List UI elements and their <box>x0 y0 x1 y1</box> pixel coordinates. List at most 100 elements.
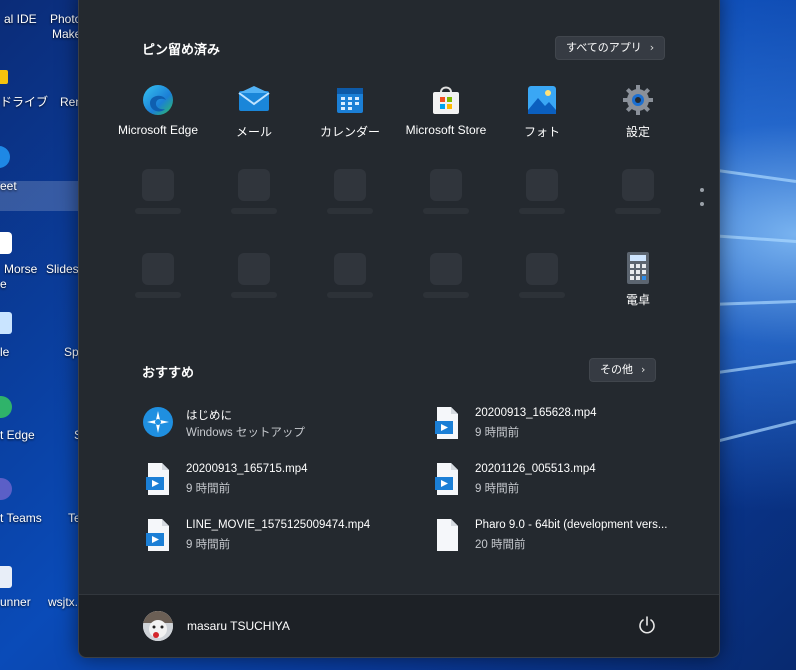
user-avatar[interactable] <box>143 611 173 641</box>
recommended-item[interactable]: 20201126_005513.mp4 9 時間前 <box>431 462 681 502</box>
recommended-item[interactable]: はじめに Windows セットアップ <box>142 406 392 446</box>
chevron-right-icon: › <box>641 363 646 376</box>
pinned-app-store[interactable]: Microsoft Store <box>398 83 494 137</box>
empty-pin-slot-label <box>327 292 373 298</box>
mail-icon <box>237 83 271 117</box>
more-button[interactable]: その他 › <box>589 358 657 382</box>
desktop-icon-label[interactable]: ドライブ <box>0 95 48 110</box>
recommended-item-detail: 9 時間前 <box>475 427 520 439</box>
pinned-app-label: Microsoft Store <box>405 123 487 137</box>
start-menu-footer: masaru TSUCHIYA <box>79 594 719 657</box>
recommended-item-name: 20200913_165715.mp4 <box>186 463 308 475</box>
recommended-item-name: 20200913_165628.mp4 <box>475 407 597 419</box>
empty-pin-slot-label <box>519 292 565 298</box>
empty-pin-slot <box>142 169 174 201</box>
desktop-icon-label[interactable]: t Teams <box>0 511 42 526</box>
pinned-app-label: 設定 <box>625 125 650 139</box>
pinned-app-calculator[interactable]: 電卓 <box>590 251 686 308</box>
drive-icon[interactable] <box>0 70 8 84</box>
empty-pin-slot <box>238 169 270 201</box>
video-file-icon <box>142 462 174 496</box>
empty-pin-slot-label <box>135 208 181 214</box>
empty-pin-slot <box>142 253 174 285</box>
calculator-icon <box>621 251 655 285</box>
pinned-app-mail[interactable]: メール <box>206 83 302 140</box>
pinned-app-calendar[interactable]: カレンダー <box>302 83 398 140</box>
desktop-icon-label[interactable]: Morse <box>4 262 37 277</box>
app-icon[interactable] <box>0 312 12 334</box>
empty-pin-slot-label <box>615 208 661 214</box>
pinned-app-settings[interactable]: 設定 <box>590 83 686 140</box>
recommended-item[interactable]: 20200913_165628.mp4 9 時間前 <box>431 406 681 446</box>
desktop-icon-label[interactable]: unner <box>0 595 31 610</box>
empty-pin-slot <box>334 169 366 201</box>
settings-gear-icon <box>621 83 655 117</box>
recommended-item[interactable]: Pharo 9.0 - 64bit (development vers... 2… <box>431 518 691 558</box>
empty-pin-slot <box>238 253 270 285</box>
empty-pin-slot-label <box>231 208 277 214</box>
all-apps-label: すべてのアプリ <box>566 41 642 54</box>
chevron-right-icon: › <box>649 41 655 54</box>
pinned-app-label: 電卓 <box>625 293 650 307</box>
recommended-item[interactable]: LINE_MOVIE_1575125009474.mp4 9 時間前 <box>142 518 392 558</box>
photos-icon <box>525 83 559 117</box>
empty-pin-slot-label <box>519 208 565 214</box>
video-file-icon <box>142 518 174 552</box>
empty-pin-slot <box>430 169 462 201</box>
empty-pin-slot <box>430 253 462 285</box>
empty-pin-slot-label <box>423 292 469 298</box>
empty-pin-slot-label <box>231 292 277 298</box>
recommended-item-name: Pharo 9.0 - 64bit (development vers... <box>475 519 668 531</box>
recommended-item-name: はじめに <box>186 410 232 422</box>
video-file-icon <box>431 406 463 440</box>
empty-pin-slot-label <box>327 208 373 214</box>
desktop-icon-label[interactable]: al IDE <box>4 12 37 27</box>
desktop-icon-label[interactable]: le <box>0 345 9 360</box>
desktop-icon-label[interactable]: e <box>0 277 7 292</box>
recommended-item-detail: 20 時間前 <box>475 539 526 551</box>
recommended-item-detail: 9 時間前 <box>186 483 231 495</box>
runner-icon[interactable] <box>0 566 12 588</box>
desktop-icon-label[interactable]: t Edge <box>0 428 35 443</box>
empty-pin-slot <box>526 169 558 201</box>
desktop-icon-label[interactable]: eet <box>0 179 17 194</box>
pinned-app-label: フォト <box>523 125 560 139</box>
edge-icon <box>141 83 175 117</box>
pinned-app-edge[interactable]: Microsoft Edge <box>110 83 206 137</box>
pinned-title: ピン留め済み <box>142 43 221 58</box>
pinned-app-label: Microsoft Edge <box>117 123 199 137</box>
empty-pin-slot-label <box>423 208 469 214</box>
empty-pin-slot <box>334 253 366 285</box>
recommended-item-detail: Windows セットアップ <box>186 427 305 439</box>
pinned-app-photos[interactable]: フォト <box>494 83 590 140</box>
recommended-item-name: 20201126_005513.mp4 <box>475 463 596 475</box>
desktop-icon-label[interactable]: Sp <box>64 345 79 360</box>
get-started-icon <box>142 406 174 440</box>
recommended-title: おすすめ <box>142 366 195 381</box>
power-icon[interactable] <box>637 615 657 635</box>
empty-pin-slot <box>622 169 654 201</box>
video-file-icon <box>431 462 463 496</box>
recommended-item-name: LINE_MOVIE_1575125009474.mp4 <box>186 519 371 531</box>
page-indicator-dot[interactable] <box>700 188 704 192</box>
recommended-item[interactable]: 20200913_165715.mp4 9 時間前 <box>142 462 392 502</box>
pinned-app-label: メール <box>235 125 272 139</box>
desktop-icon-label[interactable]: Make <box>52 27 81 42</box>
empty-pin-slot <box>526 253 558 285</box>
start-menu: ピン留め済み すべてのアプリ › Microsoft Edge メール カレンダ… <box>78 0 720 658</box>
morse-icon[interactable] <box>0 232 12 254</box>
recommended-item-detail: 9 時間前 <box>186 539 231 551</box>
user-name[interactable]: masaru TSUCHIYA <box>187 619 290 633</box>
pinned-app-label: カレンダー <box>319 125 380 139</box>
more-label: その他 <box>600 363 633 376</box>
store-icon <box>429 83 463 117</box>
desktop-icon-label[interactable]: Slides <box>46 262 79 277</box>
desktop-icon-label[interactable]: Photo <box>50 12 81 27</box>
desktop-icon-label[interactable]: wsjtx. <box>48 595 78 610</box>
empty-pin-slot-label <box>135 292 181 298</box>
all-apps-button[interactable]: すべてのアプリ › <box>555 36 666 60</box>
calendar-icon <box>333 83 367 117</box>
blank-file-icon <box>431 518 463 552</box>
recommended-item-detail: 9 時間前 <box>475 483 520 495</box>
page-indicator-dot[interactable] <box>700 202 704 206</box>
